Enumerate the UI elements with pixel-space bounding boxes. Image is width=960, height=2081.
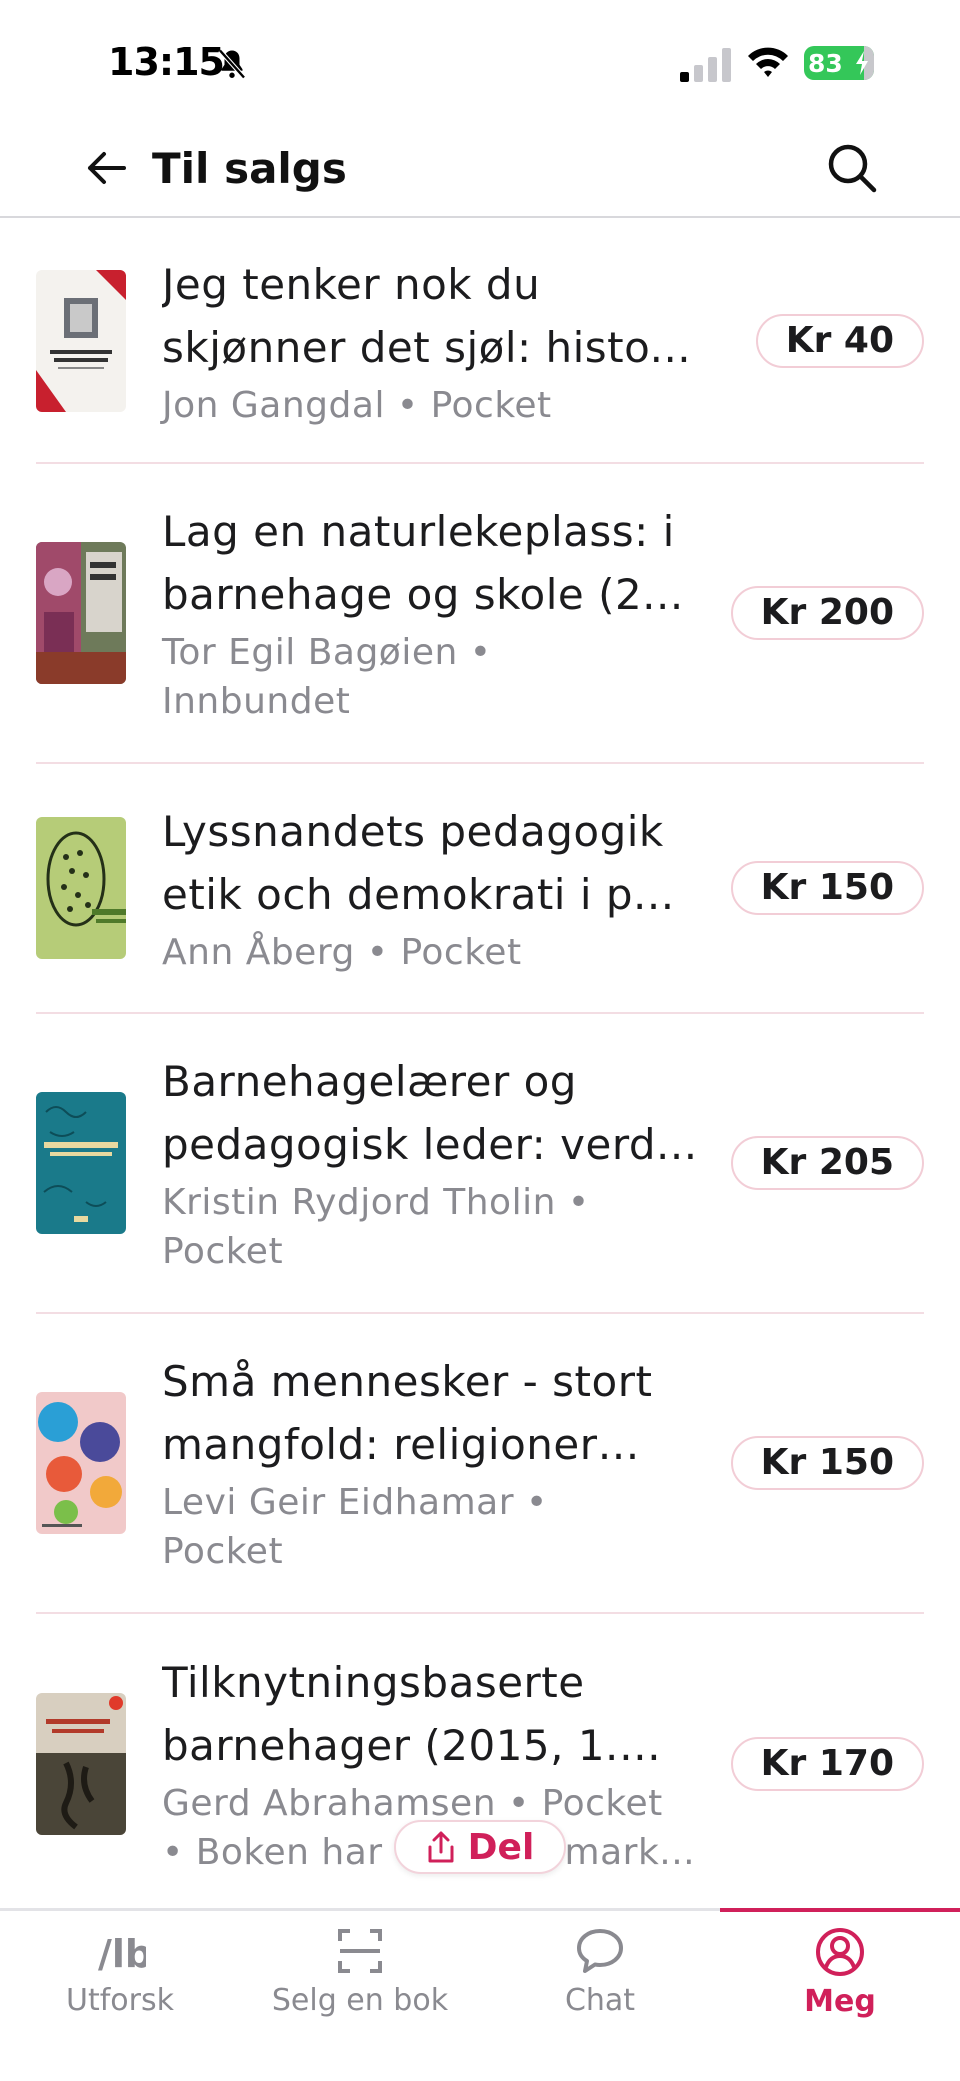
listing-format: Innbundet [162,681,351,722]
listing-author: Kristin Rydjord Tholin [162,1182,556,1223]
price-badge: Kr 150 [730,861,924,915]
nav-item-chat[interactable]: Chat [480,1911,720,2031]
listing-item[interactable]: Jeg tenker nok du skjønner det sjøl: his… [36,220,924,464]
nav-label: Utforsk [66,1983,174,2018]
listing-title: Jeg tenker nok du skjønner det sjøl: his… [162,259,692,372]
listing-title: Lyssnandets pedagogik etik och demokrati… [162,806,675,919]
listing-format: Pocket [541,1783,663,1824]
listing-author: Jon Gangdal [162,384,385,426]
listing-format: Pocket [400,931,522,973]
listing-author: Gerd Abrahamsen [162,1783,497,1824]
share-button[interactable]: Del [394,1820,566,1874]
app-header: Til salgs [0,120,960,218]
nav-item-utforsk[interactable]: /lb Utforsk [0,1911,240,2031]
listing-format: Pocket [162,1231,284,1272]
price-badge: Kr 170 [730,1737,924,1791]
listings-list: Jeg tenker nok du skjønner det sjøl: his… [0,220,960,1910]
status-time: 13:15 [108,40,225,84]
share-label: Del [467,1826,535,1868]
scan-icon [338,1929,382,1973]
back-arrow-icon[interactable] [84,146,128,190]
listing-title: Tilknytningsbaserte barnehager (2015, 1.… [162,1658,619,1770]
nav-label: Selg en bok [271,1983,449,2018]
nav-item-meg[interactable]: Meg [720,1908,960,2028]
nav-label: Chat [564,1983,636,2018]
listing-title: Små mennesker - stort mangfold: religion… [162,1357,653,1469]
listing-item[interactable]: Barnehagelærer og pedagogisk leder: verd… [36,1014,924,1314]
share-icon [428,1831,454,1863]
listing-title: Barnehagelærer og pedagogisk leder: verd… [162,1057,698,1169]
battery-percent: 83 [808,49,843,78]
book-cover [36,1392,126,1534]
book-cover [36,270,126,412]
listing-format: Pocket [162,1531,284,1572]
explore-icon: /lb [98,1932,146,1976]
listing-meta: Jon Gangdal • Pocket [162,384,552,426]
status-bar: 13:15 83 [0,0,960,120]
profile-icon [816,1928,864,1976]
listing-meta: Kristin Rydjord Tholin • Pocket [162,1182,590,1272]
listing-meta: Levi Geir Eidhamar • Pocket [162,1482,548,1572]
book-cover [36,1092,126,1234]
wifi-icon [748,47,788,77]
cellular-signal-icon [680,48,731,82]
listing-meta: Ann Åberg • Pocket [162,931,522,973]
bottom-navigation: /lb Utforsk Selg en bok Chat Meg [0,1908,960,2081]
nav-label: Meg [804,1984,876,2019]
listing-format: Pocket [430,384,552,426]
listing-meta: Tor Egil Bagøien • Innbundet [162,632,492,722]
listing-author: Levi Geir Eidhamar [162,1482,515,1523]
chat-icon [577,1929,623,1973]
bell-muted-icon [218,49,246,79]
price-badge: Kr 200 [730,586,924,640]
listing-author: Tor Egil Bagøien [162,632,458,673]
listing-author: Ann Åberg [162,931,355,973]
listing-item[interactable]: Små mennesker - stort mangfold: religion… [36,1314,924,1614]
battery-indicator: 83 [804,46,874,80]
price-badge: Kr 205 [730,1136,924,1190]
price-badge: Kr 150 [730,1436,924,1490]
listing-item[interactable]: Lyssnandets pedagogik etik och demokrati… [36,764,924,1014]
book-cover [36,542,126,684]
book-cover [36,817,126,959]
search-icon[interactable] [826,142,878,194]
listing-note: Boken har [195,1832,383,1873]
nav-item-selg-en-bok[interactable]: Selg en bok [240,1911,480,2031]
listing-item[interactable]: Lag en naturlekeplass: i barnehage og sk… [36,464,924,764]
book-cover [36,1693,126,1835]
listing-title: Lag en naturlekeplass: i barnehage og sk… [162,507,684,619]
svg-text:/lb: /lb [98,1932,146,1976]
price-badge: Kr 40 [755,314,924,368]
charging-bolt-icon [856,51,868,75]
listing-note-tail: mark... [564,1832,696,1873]
page-title: Til salgs [152,144,347,193]
